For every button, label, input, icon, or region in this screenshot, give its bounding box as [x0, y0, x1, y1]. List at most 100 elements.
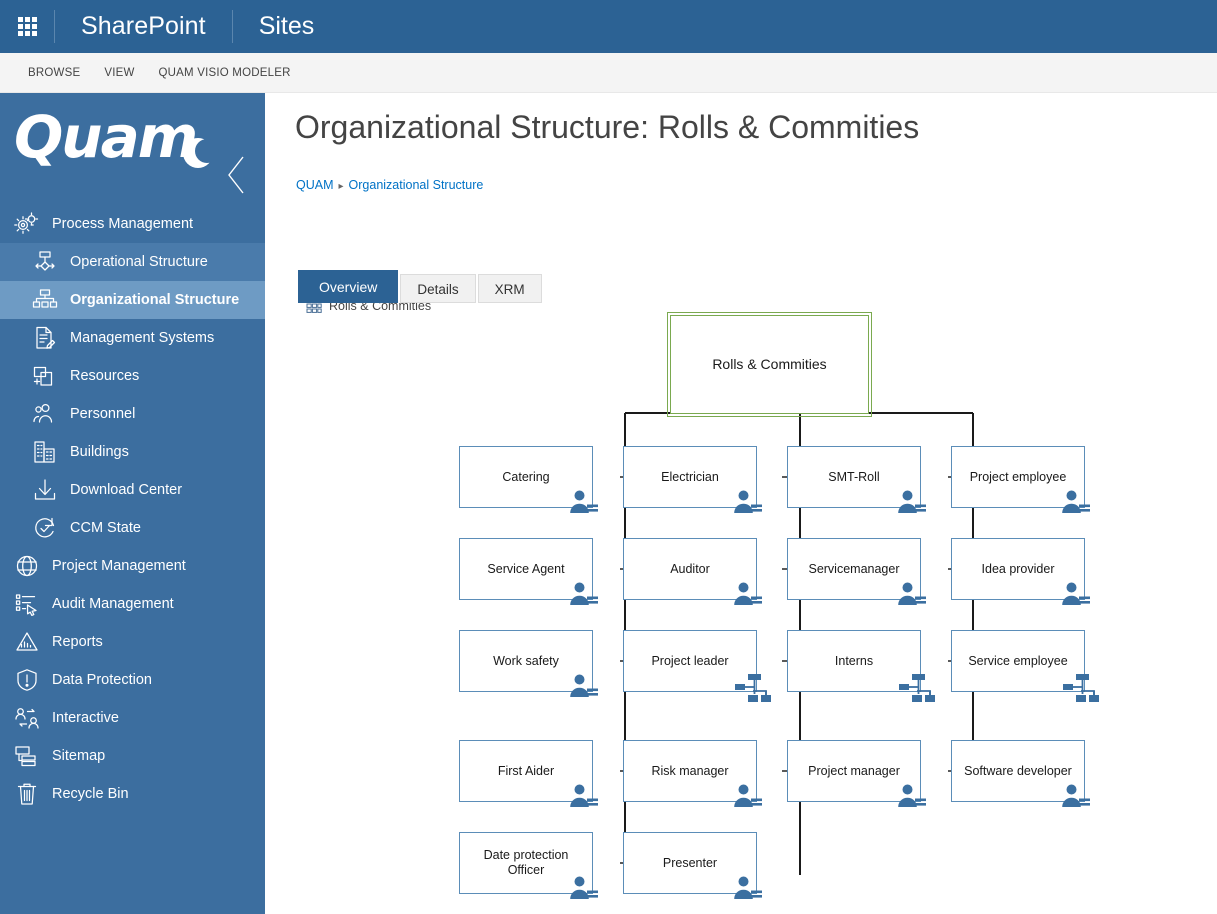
sidebar-item-label: Recycle Bin — [52, 786, 129, 802]
org-node-label: Catering — [502, 469, 550, 484]
left-navigation-sidebar: Quam Process Management Operational Struc… — [0, 93, 265, 914]
org-node[interactable]: Interns — [787, 630, 935, 702]
org-node[interactable]: Service employee — [951, 630, 1099, 702]
sidebar-item-process-management[interactable]: Process Management — [0, 205, 265, 243]
org-node-label: Project employee — [969, 469, 1067, 484]
org-node-label: Service Agent — [487, 561, 565, 576]
org-node-label: Idea provider — [981, 561, 1055, 576]
document-edit-icon — [30, 324, 60, 352]
shield-alert-icon — [12, 666, 42, 694]
org-node-label: Project manager — [808, 763, 900, 778]
sidebar-item-sitemap[interactable]: Sitemap — [0, 737, 265, 775]
sites-link[interactable]: Sites — [233, 0, 341, 53]
sidebar-item-label: Interactive — [52, 710, 119, 726]
sidebar-item-label: Management Systems — [70, 330, 215, 346]
sidebar-item-resources[interactable]: Resources — [0, 357, 265, 395]
checklist-cursor-icon — [12, 590, 42, 618]
sidebar-item-label: Data Protection — [52, 672, 152, 688]
org-node-label: Presenter — [662, 855, 718, 870]
org-node[interactable]: Date protection Officer — [459, 832, 598, 899]
sidebar-item-organizational-structure[interactable]: Organizational Structure — [0, 281, 265, 319]
org-node-label: Auditor — [670, 561, 710, 576]
sidebar-item-operational-structure[interactable]: Operational Structure — [0, 243, 265, 281]
org-node-label: Service employee — [968, 653, 1068, 668]
quam-logo-text: Quam — [14, 103, 198, 171]
sidebar-item-label: Download Center — [70, 482, 183, 498]
sidebar-item-personnel[interactable]: Personnel — [0, 395, 265, 433]
sidebar-nav-list: Process Management Operational Structure O… — [0, 205, 265, 813]
org-node-label: Electrician — [661, 469, 719, 484]
org-node-label: Work safety — [493, 653, 559, 668]
org-node[interactable]: Project leader — [623, 630, 771, 702]
sidebar-item-audit-management[interactable]: Audit Management — [0, 585, 265, 623]
org-node[interactable]: Electrician — [623, 446, 762, 513]
sidebar-item-label: Operational Structure — [70, 254, 208, 270]
sidebar-item-recycle-bin[interactable]: Recycle Bin — [0, 775, 265, 813]
sidebar-item-data-protection[interactable]: Data Protection — [0, 661, 265, 699]
org-node[interactable]: Idea provider — [951, 538, 1090, 605]
app-launcher-button[interactable] — [0, 0, 54, 53]
sidebar-item-label: Organizational Structure — [70, 292, 240, 308]
sidebar-item-label: Audit Management — [52, 596, 174, 612]
org-node[interactable]: Presenter — [623, 832, 762, 899]
org-node[interactable]: SMT-Roll — [787, 446, 926, 513]
org-node-label: Risk manager — [651, 763, 729, 778]
org-node-label: Project leader — [651, 653, 729, 668]
sidebar-item-label: Process Management — [52, 216, 194, 232]
trash-icon — [12, 780, 42, 808]
ribbon-tab-view[interactable]: VIEW — [92, 53, 146, 93]
org-node[interactable]: Software developer — [951, 740, 1090, 807]
org-node-label: Servicemanager — [808, 561, 900, 576]
ribbon-tab-bar: BROWSE VIEW QUAM VISIO MODELER — [0, 53, 1217, 93]
sidebar-item-label: Resources — [70, 368, 140, 384]
sidebar-item-label: CCM State — [70, 520, 141, 536]
sidebar-item-label: Sitemap — [52, 748, 106, 764]
org-node-label: First Aider — [497, 763, 555, 778]
sitemap-icon — [12, 742, 42, 770]
sidebar-item-ccm-state[interactable]: CCM State — [0, 509, 265, 547]
sidebar-item-download-center[interactable]: Download Center — [0, 471, 265, 509]
people-exchange-icon — [12, 704, 42, 732]
sidebar-item-management-systems[interactable]: Management Systems — [0, 319, 265, 357]
sidebar-item-interactive[interactable]: Interactive — [0, 699, 265, 737]
sharepoint-brand-link[interactable]: SharePoint — [55, 0, 232, 53]
org-node[interactable]: Work safety — [459, 630, 598, 697]
org-node[interactable]: Project manager — [787, 740, 926, 807]
check-cycle-icon — [30, 514, 60, 542]
org-node-root[interactable]: Rolls & Commities — [667, 312, 872, 417]
sidebar-item-project-management[interactable]: Project Management — [0, 547, 265, 585]
org-node[interactable]: Service Agent — [459, 538, 598, 605]
ribbon-tab-quam-visio-modeler[interactable]: QUAM VISIO MODELER — [147, 53, 303, 93]
people-icon — [30, 400, 60, 428]
sidebar-item-label: Reports — [52, 634, 103, 650]
suite-bar: SharePoint Sites — [0, 0, 1217, 53]
sidebar-item-reports[interactable]: Reports — [0, 623, 265, 661]
org-node-label: Software developer — [964, 763, 1072, 778]
org-node-label: SMT-Roll — [828, 469, 880, 484]
ribbon-tab-browse[interactable]: BROWSE — [16, 53, 92, 93]
org-node-label: Rolls & Commities — [712, 356, 827, 372]
org-node-label: Interns — [834, 653, 874, 668]
quam-logo[interactable]: Quam — [0, 93, 265, 205]
org-chart: Rolls & Commities Catering Service Agent Wo… — [265, 93, 1217, 914]
org-node[interactable]: Auditor — [623, 538, 762, 605]
org-node[interactable]: Risk manager — [623, 740, 762, 807]
app-launcher-icon — [17, 17, 37, 36]
org-chart-icon — [30, 286, 60, 314]
sidebar-item-label: Buildings — [70, 444, 129, 460]
org-node[interactable]: Servicemanager — [787, 538, 926, 605]
org-node-label: Date protection Officer — [483, 848, 569, 877]
org-node[interactable]: Catering — [459, 446, 598, 513]
org-node[interactable]: First Aider — [459, 740, 598, 807]
org-node[interactable]: Project employee — [951, 446, 1090, 513]
gears-icon — [12, 210, 42, 238]
sidebar-item-buildings[interactable]: Buildings — [0, 433, 265, 471]
quam-moon-logo-icon — [183, 138, 219, 168]
flow-chart-icon — [30, 248, 60, 276]
globe-icon — [12, 552, 42, 580]
sidebar-item-label: Project Management — [52, 558, 186, 574]
main-content-area: Organizational Structure: Rolls & Commit… — [265, 93, 1217, 914]
chevron-left-icon[interactable] — [225, 155, 247, 194]
sidebar-item-label: Personnel — [70, 406, 136, 422]
resources-icon — [30, 362, 60, 390]
